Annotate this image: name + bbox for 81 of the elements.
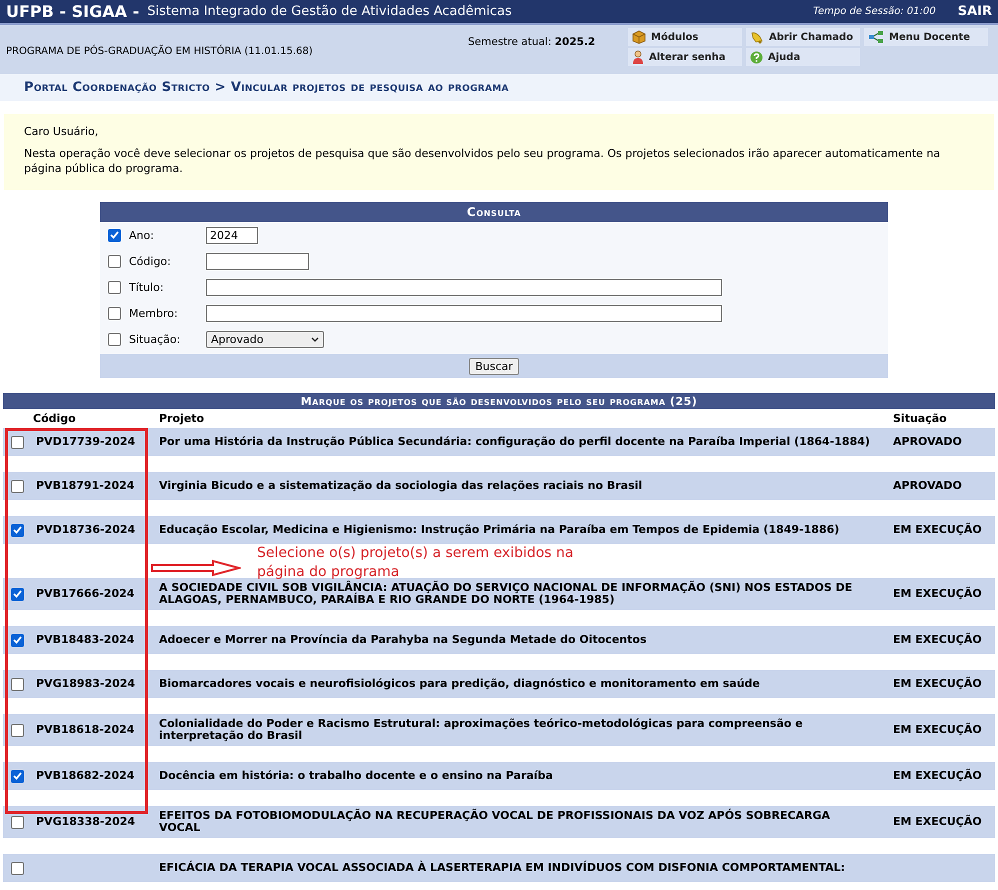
project-code: PVG18338-2024 [35,816,136,828]
filter-label: Membro: [129,306,179,320]
status-select[interactable]: Aprovado [206,330,324,348]
filter-label: Código: [129,254,172,268]
logout-link[interactable]: SAIR [958,4,992,19]
project-status: APROVADO [892,480,963,492]
project-checkbox[interactable] [11,724,24,736]
project-status: EM EXECUÇÃO [892,524,983,536]
project-title: Virginia Bicudo e a sistematização da sociologia das relações raciais no Brasil [158,480,644,492]
project-title: EFEITOS DA FOTOBIOMODULAÇÃO NA RECUPERAÇÃO VOCAL DE PROFISSIONAIS DA VOZ APÓS SOBRECARGA VOCAL [158,810,832,834]
bell-icon [750,30,764,44]
menu-button[interactable]: Abrir Chamado [746,28,860,46]
session-timer: Tempo de Sessão: 01:00 [813,6,936,17]
filter-field[interactable] [206,278,722,296]
project-title: Biomarcadores vocais e neurofisiológicos para predição, diagnóstico e monitoramento em saúde [158,678,761,690]
current-semester: Semestre atual: 2025.2 [468,36,596,48]
column-header: Situação [892,412,948,425]
project-code: PVB18682-2024 [35,770,134,782]
project-status: APROVADO [892,436,963,448]
filter-checkbox[interactable] [108,306,121,320]
project-title: A SOCIEDADE CIVIL SOB VIGILÂNCIA: ATUAÇÃO DO SERVIÇO NACIONAL DE INFORMAÇÃO (SNI) NOS ESTADOS DE ALAGOAS, PERNAMBUCO, PARAÍBA E RIO GRANDE DO NORTE (1964-1985) [158,582,854,606]
filter-checkbox[interactable] [108,280,121,294]
program-name: PROGRAMA DE PÓS-GRADUAÇÃO EM HISTÓRIA (11.01.15.68) [6,46,314,57]
project-checkbox[interactable] [11,634,24,646]
project-code: PVD18736-2024 [35,524,136,536]
filter-label: Situação: [129,332,182,346]
project-status: EM EXECUÇÃO [892,588,983,600]
filter-field[interactable] [206,252,309,270]
menu-button[interactable]: Alterar senha [628,48,742,66]
project-checkbox[interactable] [11,678,24,690]
project-status: EM EXECUÇÃO [892,634,983,646]
notice-text: Nesta operação você deve selecionar os projetos de pesquisa que são desenvolvidos pelo seu programa. Os projetos selecionados irão aparecer automaticamente na página pública do programa. [24,146,942,176]
project-checkbox[interactable] [11,770,24,782]
search-button[interactable]: Buscar [469,358,519,374]
filter-checkbox[interactable] [108,228,121,242]
project-title: Por uma História da Instrução Pública Secundária: configuração do perfil docente na Paraíba Imperial (1864-1884) [158,436,871,448]
help-icon [750,50,763,64]
project-title: EFICÁCIA DA TERAPIA VOCAL ASSOCIADA À LASERTERAPIA EM INDIVÍDUOS COM DISFONIA COMPORTAMENTAL: [158,862,846,874]
project-title: Docência em história: o trabalho docente e o ensino na Paraíba [158,770,554,782]
project-status: EM EXECUÇÃO [892,770,983,782]
project-title: Educação Escolar, Medicina e Higienismo: Instrução Primária na Paraíba em Tempos de Epidemia (1849-1886) [158,524,840,536]
project-status: EM EXECUÇÃO [892,816,983,828]
project-checkbox[interactable] [11,524,24,536]
project-code: PVB18618-2024 [35,724,134,736]
form-title: Consulta [100,202,888,222]
filter-label: Ano: [129,228,155,242]
menu-button[interactable]: Módulos [628,28,742,46]
greeting: Caro Usuário, [24,124,100,139]
project-title: Colonialidade do Poder e Racismo Estrutural: aproximações teórico-metodológicas para compreensão e interpretação do Brasil [158,718,804,742]
column-header: Projeto [158,412,206,425]
arrow-icon [151,559,241,577]
system-name: Sistema Integrado de Gestão de Atividades Acadêmicas [147,4,513,19]
menu-button[interactable]: Menu Docente [864,28,988,46]
table-title: Marque os projetos que são desenvolvidos pelo seu programa (25) [3,393,995,409]
filter-field[interactable] [206,304,722,322]
project-title: Adoecer e Morrer na Província da Parahyba na Segunda Metade do Oitocentos [158,634,648,646]
project-checkbox[interactable] [11,862,24,874]
filter-checkbox[interactable] [108,254,121,268]
column-header: Código [32,412,77,425]
network-icon [868,31,884,43]
box-icon [632,30,646,44]
project-checkbox[interactable] [11,816,24,828]
chevron-icon [311,336,319,342]
person-icon [632,50,644,64]
filter-label: Título: [129,280,165,294]
annotation-text: Selecione o(s) projeto(s) a serem exibidos na página do programa [257,544,575,580]
project-code: PVB17666-2024 [35,588,134,600]
project-status: EM EXECUÇÃO [892,724,983,736]
project-checkbox[interactable] [11,588,24,600]
project-status: EM EXECUÇÃO [892,678,983,690]
project-code: PVB18791-2024 [35,480,134,492]
breadcrumb: Portal Coordenação Stricto > Vincular projetos de pesquisa ao programa [24,80,509,95]
filter-field[interactable]: 2024 [206,226,258,244]
project-code: PVD17739-2024 [35,436,136,448]
filter-checkbox[interactable] [108,332,121,346]
menu-button[interactable]: Ajuda [746,48,860,66]
project-checkbox[interactable] [11,480,24,492]
brand-title: UFPB - SIGAA - [6,2,140,21]
project-code: PVG18983-2024 [35,678,136,690]
project-checkbox[interactable] [11,436,24,448]
project-code: PVB18483-2024 [35,634,134,646]
